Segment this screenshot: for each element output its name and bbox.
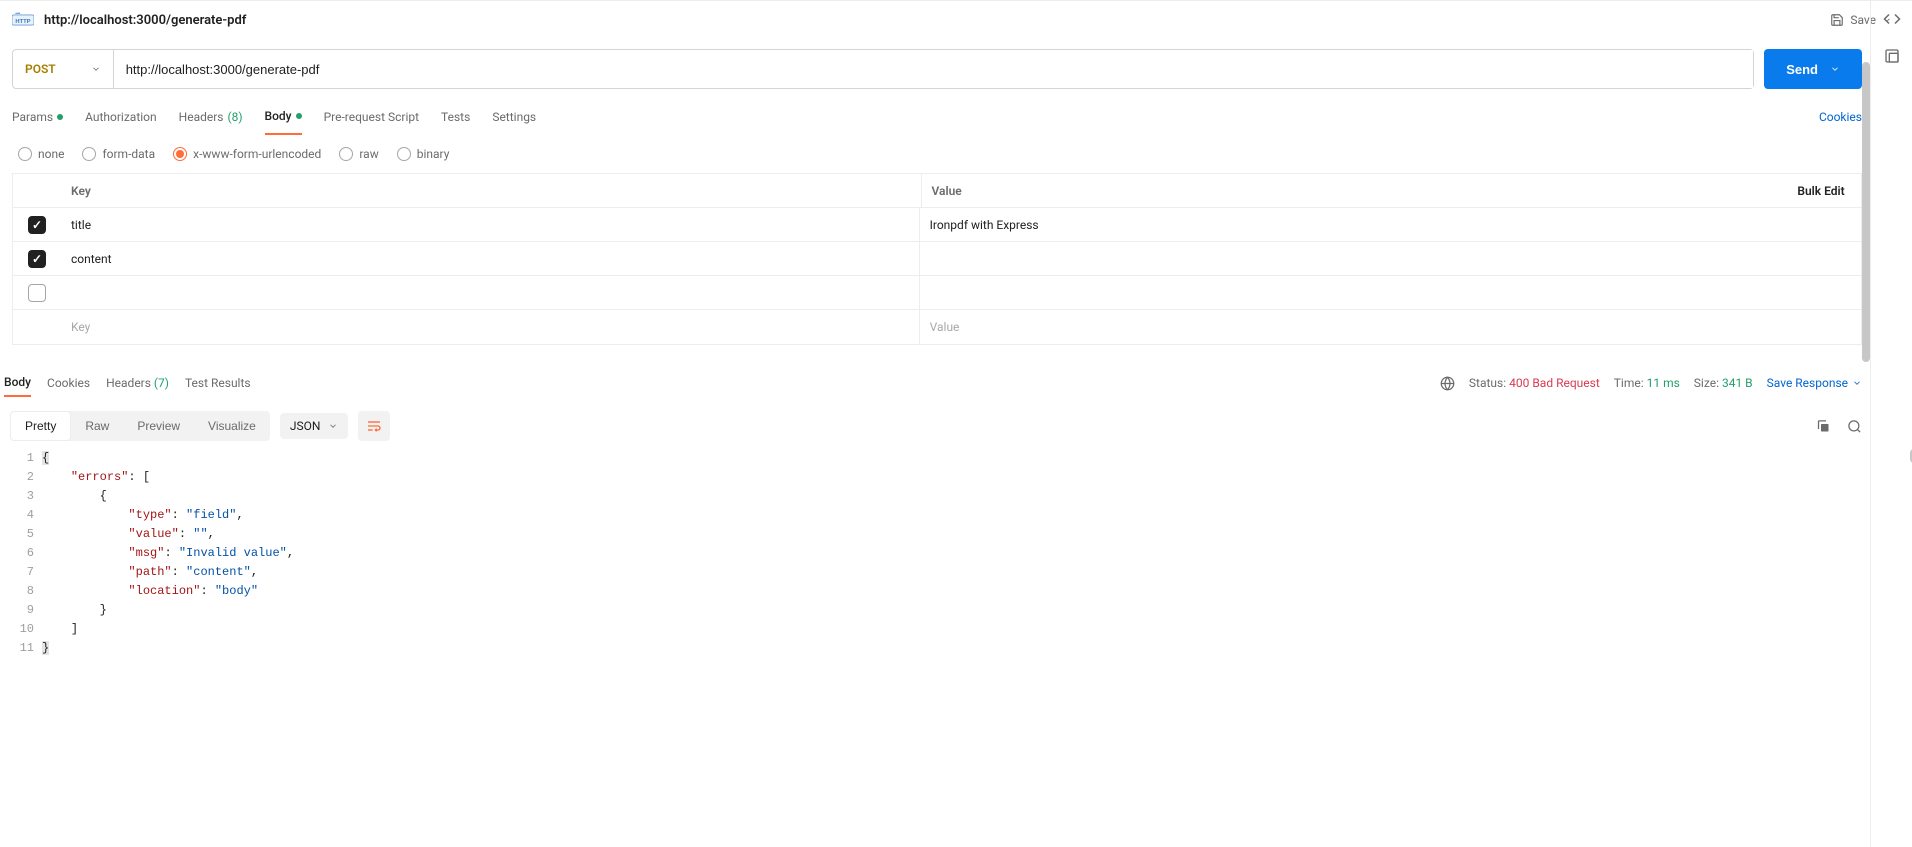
table-row: content	[13, 242, 1861, 276]
method-select[interactable]: POST	[13, 50, 114, 88]
wrap-lines-button[interactable]	[358, 411, 390, 441]
code-icon[interactable]	[1883, 10, 1901, 28]
format-select[interactable]: JSON	[280, 413, 349, 439]
radio-icon	[173, 147, 187, 161]
radio-none[interactable]: none	[18, 147, 64, 161]
send-label: Send	[1786, 62, 1818, 77]
resp-tab-cookies[interactable]: Cookies	[47, 370, 90, 396]
resp-tab-headers[interactable]: Headers (7)	[106, 370, 169, 396]
value-cell[interactable]: Ironpdf with Express	[920, 208, 1861, 241]
cookies-link[interactable]: Cookies	[1819, 110, 1900, 124]
url-row: POST Send	[0, 39, 1912, 99]
radio-icon	[82, 147, 96, 161]
key-cell[interactable]: content	[61, 242, 920, 275]
tab-prerequest[interactable]: Pre-request Script	[324, 100, 419, 134]
copy-icon[interactable]	[1816, 419, 1831, 434]
resp-tab-body[interactable]: Body	[4, 369, 31, 397]
key-cell[interactable]: title	[61, 208, 920, 241]
chevron-down-icon	[328, 421, 338, 431]
column-key: Key	[61, 174, 922, 207]
tab-headers[interactable]: Headers (8)	[179, 100, 243, 134]
radio-form-data[interactable]: form-data	[82, 147, 155, 161]
http-badge-icon: HTTP	[12, 10, 34, 30]
value-cell[interactable]	[920, 242, 1861, 275]
save-response-button[interactable]: Save Response	[1767, 376, 1862, 390]
chevron-down-icon	[1852, 378, 1862, 388]
radio-urlencoded[interactable]: x-www-form-urlencoded	[173, 147, 321, 161]
response-body-viewer[interactable]: 1234567891011 { "errors": [ { "type": "f…	[0, 449, 1912, 658]
method-label: POST	[25, 62, 56, 76]
url-input[interactable]	[114, 50, 1754, 88]
body-type-selector: none form-data x-www-form-urlencoded raw…	[0, 135, 1912, 173]
tab-body[interactable]: Body	[265, 99, 302, 135]
value-placeholder[interactable]: Value	[920, 310, 1861, 344]
chevron-down-icon	[91, 64, 101, 74]
request-title: http://localhost:3000/generate-pdf	[44, 13, 1822, 28]
line-gutter: 1234567891011	[0, 449, 42, 658]
status-text: Status: 400 Bad Request	[1469, 376, 1600, 390]
row-checkbox[interactable]	[28, 250, 46, 268]
radio-binary[interactable]: binary	[397, 147, 450, 161]
view-preview[interactable]: Preview	[123, 411, 194, 441]
tab-params[interactable]: Params	[12, 100, 63, 134]
tab-tests[interactable]: Tests	[441, 100, 470, 134]
size-text: Size: 341 B	[1694, 376, 1753, 390]
table-row: title Ironpdf with Express	[13, 208, 1861, 242]
key-placeholder[interactable]: Key	[61, 310, 920, 344]
table-row	[13, 276, 1861, 310]
time-text: Time: 11 ms	[1614, 376, 1680, 390]
view-pretty[interactable]: Pretty	[10, 411, 71, 441]
request-header: HTTP http://localhost:3000/generate-pdf …	[0, 0, 1912, 39]
code-content[interactable]: { "errors": [ { "type": "field", "value"…	[42, 449, 1862, 658]
response-meta: Status: 400 Bad Request Time: 11 ms Size…	[1440, 376, 1862, 391]
view-mode-group: Pretty Raw Preview Visualize	[10, 411, 270, 441]
dot-indicator-icon	[296, 113, 302, 119]
bulk-edit-button[interactable]: Bulk Edit	[1781, 174, 1861, 207]
globe-icon[interactable]	[1440, 376, 1455, 391]
key-cell[interactable]	[61, 276, 920, 309]
params-table: Key Value Bulk Edit title Ironpdf with E…	[12, 173, 1862, 345]
search-icon[interactable]	[1847, 419, 1862, 434]
tab-settings[interactable]: Settings	[492, 100, 536, 134]
value-cell[interactable]	[920, 276, 1861, 309]
chevron-down-icon	[1830, 64, 1840, 74]
response-toolbar: Pretty Raw Preview Visualize JSON	[0, 403, 1912, 449]
wrap-icon	[366, 418, 382, 434]
response-tabs: Body Cookies Headers (7) Test Results St…	[0, 359, 1912, 403]
view-visualize[interactable]: Visualize	[194, 411, 270, 441]
radio-raw[interactable]: raw	[339, 147, 378, 161]
request-tabs: Params Authorization Headers (8) Body Pr…	[0, 99, 1912, 135]
view-raw[interactable]: Raw	[71, 411, 123, 441]
save-icon	[1830, 13, 1844, 27]
radio-icon	[339, 147, 353, 161]
url-input-group: POST	[12, 49, 1754, 89]
toolbar-right	[1816, 419, 1862, 434]
row-checkbox[interactable]	[28, 284, 46, 302]
resp-tab-test-results[interactable]: Test Results	[185, 370, 251, 396]
tab-authorization[interactable]: Authorization	[85, 100, 157, 134]
svg-text:HTTP: HTTP	[15, 19, 30, 25]
row-checkbox[interactable]	[28, 216, 46, 234]
send-button[interactable]: Send	[1764, 49, 1862, 89]
table-row-new: Key Value	[13, 310, 1861, 344]
table-header-row: Key Value Bulk Edit	[13, 174, 1861, 208]
radio-icon	[18, 147, 32, 161]
dot-indicator-icon	[57, 114, 63, 120]
scrollbar[interactable]	[1862, 62, 1870, 362]
column-value: Value	[922, 174, 1782, 207]
radio-icon	[397, 147, 411, 161]
panel-icon[interactable]	[1884, 48, 1900, 64]
